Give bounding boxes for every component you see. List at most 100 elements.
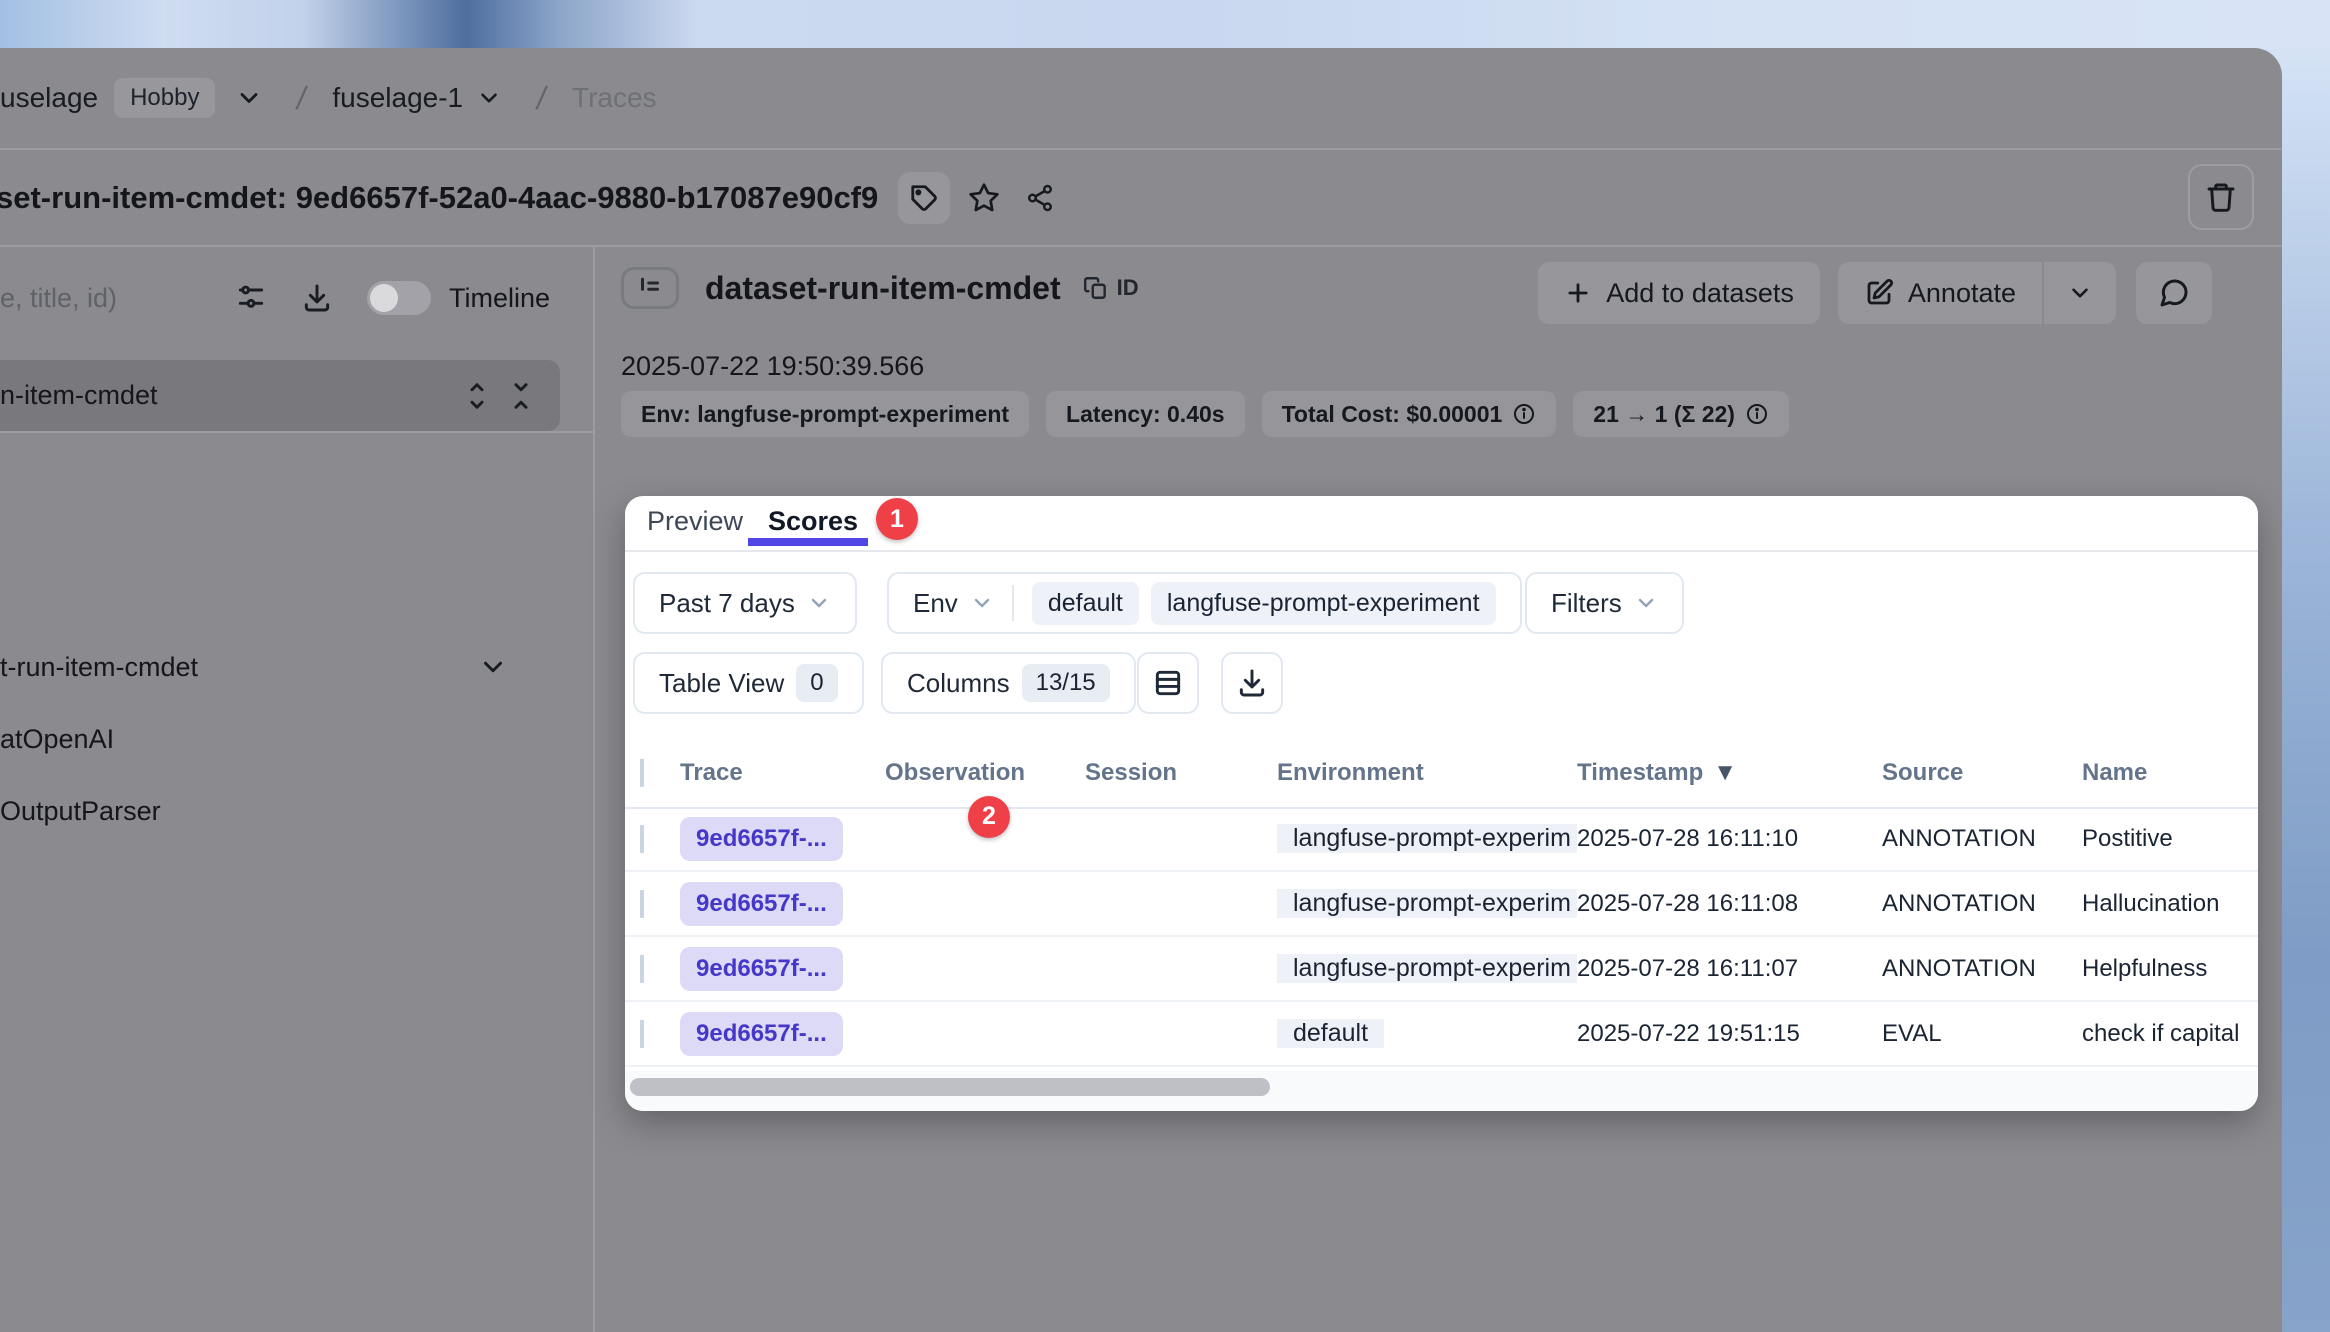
add-to-datasets-button[interactable]: Add to datasets <box>1538 262 1820 324</box>
add-to-datasets-label: Add to datasets <box>1606 278 1794 309</box>
timestamp-cell: 2025-07-28 16:11:08 <box>1577 890 1882 918</box>
sidebar-item[interactable]: OutputParser <box>0 781 560 841</box>
search-input[interactable]: e, title, id) <box>0 283 117 314</box>
sidebar-toolbar: e, title, id) Timeline <box>0 267 595 329</box>
name-cell: Postitive <box>2082 825 2258 853</box>
env-filter-label: Env <box>913 588 958 619</box>
environment-chip: default <box>1277 1019 1384 1048</box>
timestamp-cell: 2025-07-28 16:11:07 <box>1577 955 1882 983</box>
env-value-chip[interactable]: langfuse-prompt-experiment <box>1151 582 1496 625</box>
divider <box>0 431 595 433</box>
app-window: uselage Hobby / fuselage-1 / Traces set-… <box>0 48 2282 1332</box>
select-all-checkbox[interactable] <box>640 759 644 787</box>
annotate-button[interactable]: Annotate <box>1838 262 2042 324</box>
column-header-source[interactable]: Source <box>1882 759 2082 787</box>
detail-panel: dataset-run-item-cmdet ID Add to dataset… <box>595 245 2282 1332</box>
sidebar-item-label: n-item-cmdet <box>0 380 158 411</box>
download-icon[interactable] <box>301 282 333 314</box>
row-checkbox[interactable] <box>640 1020 644 1048</box>
trace-id-chip[interactable]: 9ed6657f-... <box>680 817 843 861</box>
info-icon[interactable] <box>1745 402 1769 426</box>
divider <box>625 550 2258 552</box>
comment-button[interactable] <box>2136 262 2212 324</box>
chevron-down-icon[interactable] <box>227 76 271 120</box>
trace-id-chip[interactable]: 9ed6657f-... <box>680 882 843 926</box>
environment-chip: langfuse-prompt-experim <box>1277 824 1577 853</box>
table-view-count: 0 <box>796 664 837 702</box>
annotation-marker-1: 1 <box>876 498 918 540</box>
row-checkbox[interactable] <box>640 955 644 983</box>
tag-icon[interactable] <box>898 172 950 224</box>
active-tab-indicator <box>748 538 868 546</box>
timeline-toggle[interactable] <box>367 281 431 315</box>
table-header: Trace Observation Session Environment Ti… <box>625 738 2258 807</box>
table-row[interactable]: 9ed6657f-... default 2025-07-22 19:51:15… <box>625 1002 2258 1067</box>
sidebar-item-label: atOpenAI <box>0 724 114 755</box>
row-checkbox[interactable] <box>640 825 644 853</box>
unfold-vertical-icon[interactable] <box>462 381 492 411</box>
trace-timestamp: 2025-07-22 19:50:39.566 <box>621 351 924 382</box>
breadcrumb-org[interactable]: uselage <box>0 82 98 114</box>
horizontal-scrollbar-track[interactable] <box>625 1071 2258 1111</box>
scores-card: Preview Scores 1 Past 7 days Env <box>625 496 2258 1111</box>
row-checkbox[interactable] <box>640 890 644 918</box>
column-header-timestamp[interactable]: Timestamp ▼ <box>1577 759 1882 787</box>
breadcrumb-project[interactable]: fuselage-1 <box>332 82 463 114</box>
metadata-badges: Env: langfuse-prompt-experiment Latency:… <box>621 391 1789 437</box>
trace-id-chip[interactable]: 9ed6657f-... <box>680 947 843 991</box>
latency-badge: Latency: 0.40s <box>1046 391 1245 437</box>
tab-bar: Preview Scores 1 <box>625 496 2258 550</box>
sidebar-item-selected[interactable]: n-item-cmdet <box>0 360 560 431</box>
columns-button[interactable]: Columns 13/15 <box>881 652 1136 714</box>
table-row[interactable]: 9ed6657f-... langfuse-prompt-experim 202… <box>625 872 2258 937</box>
env-value-chip[interactable]: default <box>1032 582 1139 625</box>
table-row[interactable]: 9ed6657f-... 2 langfuse-prompt-experim 2… <box>625 807 2258 872</box>
sidebar-item-label: OutputParser <box>0 796 161 827</box>
column-header-environment[interactable]: Environment <box>1277 759 1577 787</box>
table-view-button[interactable]: Table View 0 <box>633 652 864 714</box>
columns-label: Columns <box>907 668 1010 699</box>
table-row[interactable]: 9ed6657f-... langfuse-prompt-experim 202… <box>625 937 2258 1002</box>
column-header-trace[interactable]: Trace <box>680 759 885 787</box>
sidebar-item[interactable]: t-run-item-cmdet <box>0 637 560 697</box>
filter-sliders-icon[interactable] <box>235 282 267 314</box>
star-icon[interactable] <box>962 176 1006 220</box>
page-title: set-run-item-cmdet: 9ed6657f-52a0-4aac-9… <box>0 180 878 216</box>
environment-chip: langfuse-prompt-experim <box>1277 954 1577 983</box>
screenshot-stage: uselage Hobby / fuselage-1 / Traces set-… <box>0 0 2330 1332</box>
info-icon[interactable] <box>1512 402 1536 426</box>
plan-badge: Hobby <box>114 78 215 118</box>
source-cell: EVAL <box>1882 1020 2082 1048</box>
column-header-name[interactable]: Name <box>2082 759 2258 787</box>
annotate-dropdown-button[interactable] <box>2042 262 2116 324</box>
env-filter[interactable]: Env default langfuse-prompt-experiment <box>887 572 1522 634</box>
date-range-select[interactable]: Past 7 days <box>633 572 857 634</box>
share-icon[interactable] <box>1018 176 1062 220</box>
delete-button[interactable] <box>2188 164 2254 230</box>
sort-desc-icon: ▼ <box>1713 759 1737 787</box>
toggle-knob <box>370 284 398 312</box>
column-header-session[interactable]: Session <box>1085 759 1277 787</box>
tab-preview[interactable]: Preview <box>647 496 743 546</box>
horizontal-scrollbar-thumb[interactable] <box>630 1078 1270 1096</box>
copy-id-button[interactable]: ID <box>1083 275 1139 301</box>
export-download-button[interactable] <box>1221 652 1283 714</box>
columns-count: 13/15 <box>1022 664 1110 702</box>
breadcrumb-separator: / <box>294 80 309 117</box>
column-header-observation[interactable]: Observation <box>885 759 1085 787</box>
edit-icon <box>1864 278 1894 308</box>
chevron-down-icon <box>807 591 831 615</box>
annotate-label: Annotate <box>1908 278 2016 309</box>
breadcrumb-section[interactable]: Traces <box>572 82 657 114</box>
chevron-down-icon[interactable] <box>467 76 511 120</box>
chevron-down-icon <box>970 591 994 615</box>
fold-vertical-icon[interactable] <box>506 381 536 411</box>
breadcrumb: uselage Hobby / fuselage-1 / Traces <box>0 48 2282 148</box>
row-height-button[interactable] <box>1137 652 1199 714</box>
sidebar-item[interactable]: atOpenAI <box>0 709 560 769</box>
trace-id-chip[interactable]: 9ed6657f-... <box>680 1012 843 1056</box>
chevron-down-icon[interactable] <box>478 652 508 682</box>
filters-button[interactable]: Filters <box>1525 572 1684 634</box>
trace-tree-sidebar: e, title, id) Timeline n-item-cmdet <box>0 245 595 1332</box>
timestamp-header-label: Timestamp <box>1577 759 1703 786</box>
